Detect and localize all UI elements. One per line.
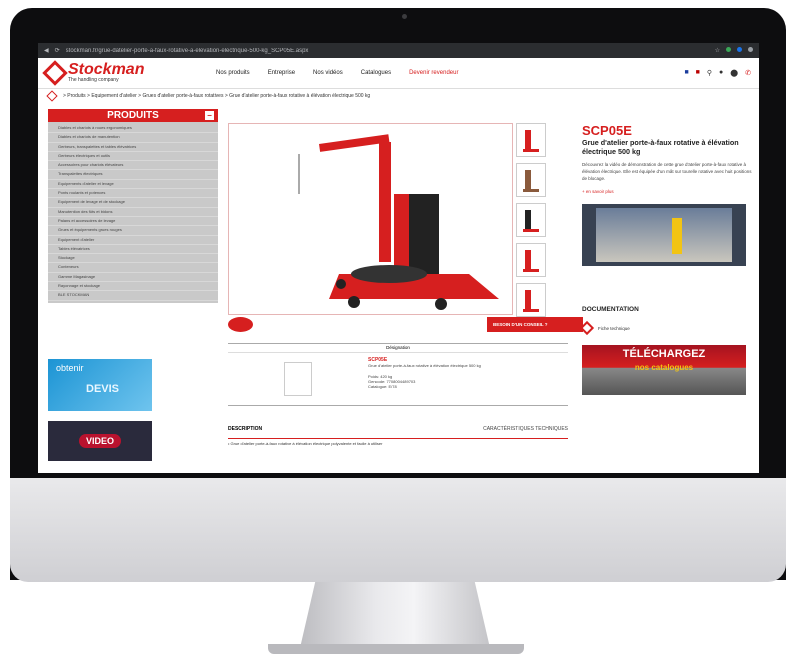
category-item[interactable]: Gamme Magasinage: [48, 273, 218, 283]
menu-item-produits[interactable]: Nos produits: [216, 70, 250, 76]
catalogue-line1: TÉLÉCHARGEZ: [622, 348, 706, 360]
camera-dot: [402, 14, 407, 19]
browser-bar: ◀ ⟳ stockman.fr/grue-datelier-porte-a-fa…: [38, 43, 759, 58]
product-title: Grue d'atelier porte-à-faux rotative à é…: [582, 138, 739, 156]
video-label: VIDEO: [78, 434, 121, 448]
extension-icon[interactable]: [726, 47, 731, 52]
user-icon[interactable]: ●: [719, 69, 723, 77]
thumbnail[interactable]: [516, 163, 546, 197]
thumbnail[interactable]: [516, 283, 546, 317]
category-item[interactable]: Equipement d'atelier: [48, 236, 218, 245]
menu-item-entreprise[interactable]: Entreprise: [268, 70, 295, 76]
product-table: Désignation SCP05E Grue d'atelier porte-…: [228, 343, 568, 406]
menu-item-videos[interactable]: Nos vidéos: [313, 70, 343, 76]
extension-icon[interactable]: [737, 47, 742, 52]
header-icons: ■ ■ ⚲ ● ⬤ ✆: [684, 69, 751, 77]
category-item[interactable]: Diables et chariots de manutention: [48, 133, 218, 143]
menu-item-catalogues[interactable]: Catalogues: [361, 70, 391, 76]
help-button[interactable]: BESOIN D'UN CONSEIL ?: [487, 317, 583, 332]
category-item[interactable]: Diables et chariots à roues ergonomiques: [48, 124, 218, 134]
category-item[interactable]: Stockage: [48, 254, 218, 264]
star-icon[interactable]: ☆: [715, 47, 720, 54]
main-product-image[interactable]: [228, 123, 513, 315]
thumbnail-list: [516, 123, 546, 323]
category-item[interactable]: Equipements d'atelier et levage: [48, 180, 218, 190]
flag-fr-icon[interactable]: ■: [684, 69, 688, 77]
table-line1: Grue d'atelier porte-à-faux rotative à é…: [368, 363, 481, 368]
search-icon[interactable]: ⚲: [707, 69, 712, 77]
imac-chin: [10, 478, 786, 582]
fiche-label: Fiche technique: [598, 325, 630, 331]
category-item[interactable]: Gerbeurs électriques et outils: [48, 152, 218, 162]
main-menu: Nos produits Entreprise Nos vidéos Catal…: [216, 70, 458, 76]
category-item[interactable]: Rayonnage et stockage: [48, 282, 218, 292]
logo-diamond-icon: [42, 60, 68, 86]
table-header: Désignation: [228, 343, 568, 353]
category-item[interactable]: Conteneurs: [48, 263, 218, 273]
back-icon[interactable]: ◀: [44, 47, 49, 54]
logo-text: Stockman: [68, 61, 145, 78]
devis-banner[interactable]: obtenir DEVIS: [48, 359, 152, 411]
thumbnail[interactable]: [516, 203, 546, 237]
category-item[interactable]: Accessoires pour chariots élévateurs: [48, 161, 218, 171]
tab-caracteristiques[interactable]: CARACTÉRISTIQUES TECHNIQUES: [483, 426, 568, 438]
description-line: • Grue d'atelier porte-à-faux rotative à…: [228, 441, 383, 446]
category-item[interactable]: Palans et accessoires de levage: [48, 217, 218, 227]
product-sku: SCP05E: [582, 123, 632, 138]
category-item[interactable]: Grues et équipements grues rouges: [48, 226, 218, 236]
category-item[interactable]: Tables élévatrices: [48, 245, 218, 255]
category-item[interactable]: Equipement de levage et de stockage: [48, 198, 218, 208]
devis-line2: DEVIS: [86, 383, 120, 395]
category-item[interactable]: Manutention des fûts et bidons: [48, 208, 218, 217]
video-frame: [596, 208, 732, 262]
sidebar: PRODUITS − Diables et chariots à roues e…: [48, 109, 218, 303]
menu-item-revendeur[interactable]: Devenir revendeur: [409, 70, 458, 76]
sidebar-title-text: PRODUITS: [107, 110, 159, 121]
home-icon[interactable]: [46, 90, 58, 102]
crane-illustration: [298, 134, 499, 310]
site-header: Stockman The handling company Nos produi…: [38, 58, 759, 89]
table-thumb[interactable]: [228, 353, 368, 405]
download-icon: [579, 320, 595, 336]
video-subject: [672, 218, 682, 254]
profile-icon[interactable]: [748, 47, 753, 52]
url-bar[interactable]: stockman.fr/grue-datelier-porte-a-faux-r…: [66, 48, 709, 54]
table-info: SCP05E Grue d'atelier porte-à-faux rotat…: [368, 353, 481, 405]
warranty-badge: [228, 317, 253, 332]
thumbnail[interactable]: [516, 243, 546, 277]
category-item[interactable]: Gerbeurs, transpalettes et tables élévat…: [48, 143, 218, 152]
fiche-link[interactable]: Fiche technique: [579, 320, 752, 336]
logo[interactable]: Stockman The handling company: [42, 60, 196, 86]
reload-icon[interactable]: ⟳: [55, 47, 60, 54]
catalogue-banner[interactable]: TÉLÉCHARGEZ nos catalogues: [582, 345, 746, 395]
product-description: Découvrez la vidéo de démonstration de c…: [582, 162, 752, 181]
read-more-link[interactable]: + en savoir plus: [582, 189, 752, 194]
category-list: Diables et chariots à roues ergonomiques…: [48, 122, 218, 303]
category-item[interactable]: Ponts roulants et potences: [48, 189, 218, 199]
phone-icon[interactable]: ✆: [745, 69, 751, 77]
imac-frame: ◀ ⟳ stockman.fr/grue-datelier-porte-a-fa…: [0, 0, 791, 668]
product-panel: SCP05E Grue d'atelier porte-à-faux rotat…: [579, 123, 752, 395]
table-row: SCP05E Grue d'atelier porte-à-faux rotat…: [228, 353, 568, 406]
category-item[interactable]: BLE STOCKMAN: [48, 291, 218, 301]
location-icon[interactable]: ⬤: [730, 69, 738, 77]
documentation-title: DOCUMENTATION: [582, 306, 639, 313]
tabs: DESCRIPTION CARACTÉRISTIQUES TECHNIQUES: [228, 426, 568, 439]
imac-stand: [300, 582, 490, 648]
tab-description[interactable]: DESCRIPTION: [228, 426, 262, 438]
thumbnail[interactable]: [516, 123, 546, 157]
category-item[interactable]: Transpalettes électriques: [48, 170, 218, 180]
demo-video[interactable]: [582, 204, 746, 266]
imac-foot: [268, 644, 524, 654]
catalogue-line2: nos catalogues: [634, 363, 694, 372]
flag-uk-icon[interactable]: ■: [696, 69, 700, 77]
table-catalogue: Catalogue: E/78: [368, 384, 397, 389]
collapse-button[interactable]: −: [205, 111, 214, 120]
breadcrumb-text[interactable]: > Produits > Equipement d'atelier > Grue…: [63, 93, 370, 99]
sidebar-title[interactable]: PRODUITS −: [48, 109, 218, 122]
screen: ◀ ⟳ stockman.fr/grue-datelier-porte-a-fa…: [38, 43, 759, 473]
video-banner[interactable]: VIDEO: [48, 421, 152, 461]
devis-line1: obtenir: [56, 363, 84, 373]
breadcrumb: > Produits > Equipement d'atelier > Grue…: [38, 89, 759, 103]
